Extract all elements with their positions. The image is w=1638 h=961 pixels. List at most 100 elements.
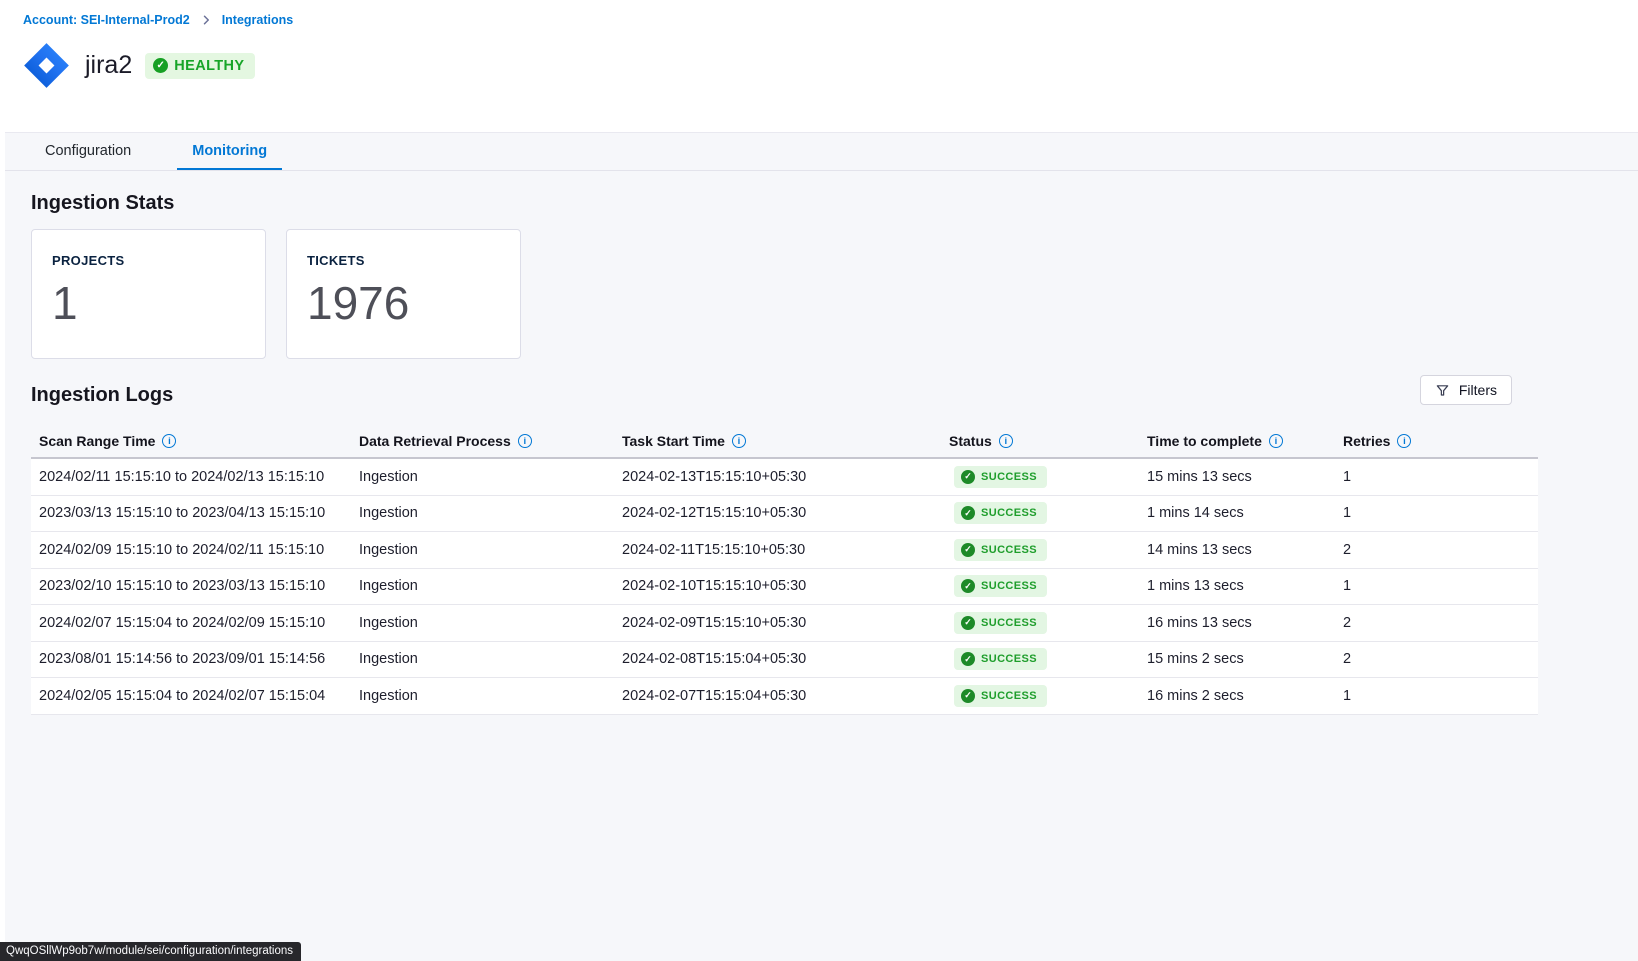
- tab-configuration[interactable]: Configuration: [30, 133, 146, 170]
- column-header-status: Status: [949, 433, 1147, 449]
- scan-range-cell: 2024/02/07 15:15:04 to 2024/02/09 15:15:…: [31, 615, 359, 631]
- info-icon[interactable]: [162, 434, 176, 448]
- time-to-complete-cell: 1 mins 14 secs: [1147, 505, 1343, 521]
- column-header-task-start: Task Start Time: [622, 433, 949, 449]
- scan-range-cell: 2023/08/01 15:14:56 to 2023/09/01 15:14:…: [31, 651, 359, 667]
- info-icon[interactable]: [1269, 434, 1283, 448]
- column-label: Retries: [1343, 433, 1390, 449]
- funnel-icon: [1435, 383, 1450, 398]
- logs-table-body: 2024/02/11 15:15:10 to 2024/02/13 15:15:…: [31, 459, 1538, 715]
- column-header-time-to-complete: Time to complete: [1147, 433, 1343, 449]
- status-cell: SUCCESS: [949, 575, 1147, 597]
- time-to-complete-cell: 16 mins 13 secs: [1147, 615, 1343, 631]
- process-cell: Ingestion: [359, 469, 622, 485]
- process-cell: Ingestion: [359, 651, 622, 667]
- chevron-right-icon: [200, 14, 212, 26]
- ingestion-stats-cards: PROJECTS 1 TICKETS 1976: [31, 229, 1638, 359]
- status-badge: SUCCESS: [954, 466, 1047, 488]
- task-start-cell: 2024-02-13T15:15:10+05:30: [622, 469, 949, 485]
- retries-cell: 1: [1343, 505, 1538, 521]
- status-cell: SUCCESS: [949, 466, 1147, 488]
- table-row: 2024/02/09 15:15:10 to 2024/02/11 15:15:…: [31, 532, 1538, 569]
- column-label: Time to complete: [1147, 433, 1262, 449]
- check-circle-icon: [961, 470, 975, 484]
- breadcrumb-integrations-link[interactable]: Integrations: [222, 13, 294, 27]
- logs-table-header: Scan Range Time Data Retrieval Process T…: [31, 425, 1538, 459]
- table-row: 2024/02/05 15:15:04 to 2024/02/07 15:15:…: [31, 678, 1538, 715]
- check-circle-icon: [153, 58, 168, 73]
- breadcrumb-account-link[interactable]: Account: SEI-Internal-Prod2: [23, 13, 190, 27]
- process-cell: Ingestion: [359, 688, 622, 704]
- stat-value: 1: [52, 280, 245, 326]
- status-label: SUCCESS: [981, 653, 1037, 665]
- time-to-complete-cell: 15 mins 13 secs: [1147, 469, 1343, 485]
- status-badge: SUCCESS: [954, 612, 1047, 634]
- status-cell: SUCCESS: [949, 612, 1147, 634]
- stat-card-projects: PROJECTS 1: [31, 229, 266, 359]
- status-cell: SUCCESS: [949, 648, 1147, 670]
- health-status-badge: HEALTHY: [145, 53, 255, 79]
- time-to-complete-cell: 1 mins 13 secs: [1147, 578, 1343, 594]
- stat-label: PROJECTS: [52, 253, 245, 268]
- info-icon[interactable]: [732, 434, 746, 448]
- column-header-retries: Retries: [1343, 433, 1538, 449]
- status-cell: SUCCESS: [949, 685, 1147, 707]
- check-circle-icon: [961, 652, 975, 666]
- tab-monitoring[interactable]: Monitoring: [177, 133, 282, 170]
- retries-cell: 1: [1343, 688, 1538, 704]
- scan-range-cell: 2024/02/05 15:15:04 to 2024/02/07 15:15:…: [31, 688, 359, 704]
- health-status-label: HEALTHY: [174, 58, 244, 74]
- retries-cell: 2: [1343, 651, 1538, 667]
- scan-range-cell: 2023/03/13 15:15:10 to 2023/04/13 15:15:…: [31, 505, 359, 521]
- task-start-cell: 2024-02-11T15:15:10+05:30: [622, 542, 949, 558]
- retries-cell: 2: [1343, 542, 1538, 558]
- table-row: 2023/03/13 15:15:10 to 2023/04/13 15:15:…: [31, 496, 1538, 533]
- status-label: SUCCESS: [981, 507, 1037, 519]
- breadcrumb: Account: SEI-Internal-Prod2 Integrations: [23, 13, 293, 27]
- column-label: Data Retrieval Process: [359, 433, 511, 449]
- retries-cell: 1: [1343, 578, 1538, 594]
- info-icon[interactable]: [999, 434, 1013, 448]
- ingestion-logs-header: Ingestion Logs Filters: [31, 379, 1538, 411]
- ingestion-logs-title: Ingestion Logs: [31, 384, 173, 407]
- status-label: SUCCESS: [981, 617, 1037, 629]
- status-label: SUCCESS: [981, 471, 1037, 483]
- info-icon[interactable]: [518, 434, 532, 448]
- ingestion-logs-table: Scan Range Time Data Retrieval Process T…: [31, 425, 1538, 715]
- process-cell: Ingestion: [359, 542, 622, 558]
- status-cell: SUCCESS: [949, 539, 1147, 561]
- filters-button-label: Filters: [1459, 382, 1497, 398]
- scan-range-cell: 2023/02/10 15:15:10 to 2023/03/13 15:15:…: [31, 578, 359, 594]
- integration-header: jira2 HEALTHY: [20, 39, 255, 92]
- table-row: 2023/02/10 15:15:10 to 2023/03/13 15:15:…: [31, 569, 1538, 606]
- table-row: 2023/08/01 15:14:56 to 2023/09/01 15:14:…: [31, 642, 1538, 679]
- retries-cell: 1: [1343, 469, 1538, 485]
- time-to-complete-cell: 15 mins 2 secs: [1147, 651, 1343, 667]
- scan-range-cell: 2024/02/11 15:15:10 to 2024/02/13 15:15:…: [31, 469, 359, 485]
- time-to-complete-cell: 14 mins 13 secs: [1147, 542, 1343, 558]
- check-circle-icon: [961, 543, 975, 557]
- task-start-cell: 2024-02-12T15:15:10+05:30: [622, 505, 949, 521]
- link-preview-statusbar: QwqOSllWp9ob7w/module/sei/configuration/…: [0, 942, 301, 961]
- tab-bar: Configuration Monitoring: [5, 133, 1638, 171]
- jira-logo-icon: [20, 39, 73, 92]
- table-row: 2024/02/11 15:15:10 to 2024/02/13 15:15:…: [31, 459, 1538, 496]
- filters-button[interactable]: Filters: [1420, 375, 1512, 405]
- status-badge: SUCCESS: [954, 575, 1047, 597]
- status-badge: SUCCESS: [954, 502, 1047, 524]
- check-circle-icon: [961, 579, 975, 593]
- column-label: Scan Range Time: [39, 433, 155, 449]
- stat-card-tickets: TICKETS 1976: [286, 229, 521, 359]
- status-badge: SUCCESS: [954, 685, 1047, 707]
- process-cell: Ingestion: [359, 505, 622, 521]
- info-icon[interactable]: [1397, 434, 1411, 448]
- main-content: Configuration Monitoring Ingestion Stats…: [5, 132, 1638, 961]
- task-start-cell: 2024-02-08T15:15:04+05:30: [622, 651, 949, 667]
- check-circle-icon: [961, 616, 975, 630]
- task-start-cell: 2024-02-07T15:15:04+05:30: [622, 688, 949, 704]
- integration-monitoring-page: Account: SEI-Internal-Prod2 Integrations…: [0, 0, 1638, 961]
- scan-range-cell: 2024/02/09 15:15:10 to 2024/02/11 15:15:…: [31, 542, 359, 558]
- status-badge: SUCCESS: [954, 539, 1047, 561]
- status-label: SUCCESS: [981, 690, 1037, 702]
- status-cell: SUCCESS: [949, 502, 1147, 524]
